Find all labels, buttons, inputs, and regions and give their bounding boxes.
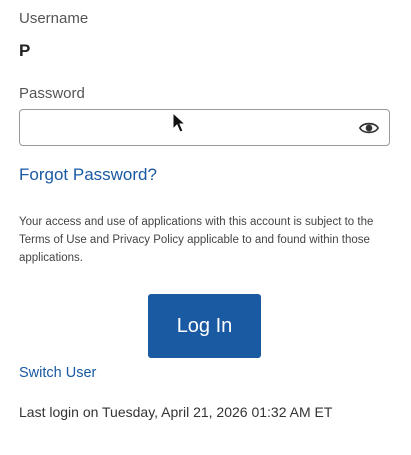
username-value: P xyxy=(19,41,31,60)
last-login-text: Last login on Tuesday, April 21, 2026 01… xyxy=(19,404,333,420)
switch-user-link[interactable]: Switch User xyxy=(19,365,96,381)
password-field-container xyxy=(19,109,390,146)
forgot-password-link[interactable]: Forgot Password? xyxy=(19,165,157,185)
mouse-cursor-icon xyxy=(172,112,186,133)
login-button[interactable]: Log In xyxy=(148,294,261,358)
username-label: Username xyxy=(19,10,89,27)
eye-icon[interactable] xyxy=(359,119,379,137)
terms-notice: Your access and use of applications with… xyxy=(19,216,374,264)
login-panel: Username P Password Forgot Password? You… xyxy=(0,0,411,455)
password-label: Password xyxy=(19,85,85,102)
